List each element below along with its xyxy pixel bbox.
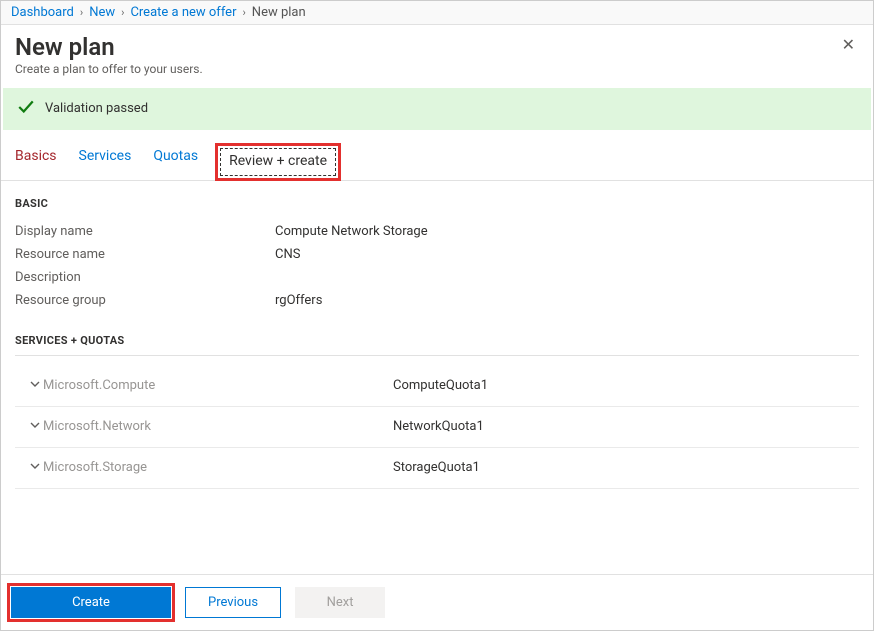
quota-name: NetworkQuota1 [393, 419, 484, 434]
previous-button[interactable]: Previous [185, 587, 281, 618]
quota-row: Microsoft.Compute ComputeQuota1 [15, 366, 859, 407]
tab-services[interactable]: Services [79, 148, 132, 180]
section-heading-services-quotas: SERVICES + QUOTAS [15, 334, 859, 356]
next-button: Next [295, 587, 385, 618]
validation-banner: Validation passed [3, 88, 871, 130]
service-name: Microsoft.Network [43, 419, 393, 434]
services-quotas-list: Microsoft.Compute ComputeQuota1 Microsof… [15, 366, 859, 489]
expand-toggle[interactable] [15, 378, 43, 394]
service-name: Microsoft.Storage [43, 460, 393, 475]
create-button[interactable]: Create [11, 587, 171, 618]
footer: Create Previous Next [1, 574, 873, 630]
validation-message: Validation passed [45, 101, 148, 116]
tabs: Basics Services Quotas Review + create [1, 130, 873, 181]
chevron-down-icon [29, 420, 41, 435]
breadcrumb-current: New plan [252, 5, 306, 20]
close-button[interactable]: ✕ [838, 33, 859, 57]
chevron-right-icon: › [121, 6, 124, 19]
quota-row: Microsoft.Storage StorageQuota1 [15, 448, 859, 489]
label-display-name: Display name [15, 224, 275, 239]
label-resource-name: Resource name [15, 247, 275, 262]
section-heading-basic: BASIC [15, 197, 859, 210]
page-subtitle: Create a plan to offer to your users. [15, 62, 203, 76]
label-resource-group: Resource group [15, 293, 275, 308]
tab-quotas[interactable]: Quotas [153, 148, 198, 180]
tab-review-create[interactable]: Review + create [220, 148, 336, 176]
value-resource-name: CNS [275, 247, 300, 262]
chevron-down-icon [29, 461, 41, 476]
service-name: Microsoft.Compute [43, 378, 393, 393]
check-icon [17, 98, 35, 120]
chevron-right-icon: › [80, 6, 83, 19]
value-display-name: Compute Network Storage [275, 224, 428, 239]
value-resource-group: rgOffers [275, 293, 322, 308]
breadcrumb-link-create-offer[interactable]: Create a new offer [130, 5, 236, 20]
label-description: Description [15, 270, 275, 285]
page-title: New plan [15, 33, 203, 62]
quota-name: ComputeQuota1 [393, 378, 488, 393]
expand-toggle[interactable] [15, 419, 43, 435]
review-content: BASIC Display name Compute Network Stora… [1, 181, 873, 574]
expand-toggle[interactable] [15, 460, 43, 476]
quota-row: Microsoft.Network NetworkQuota1 [15, 407, 859, 448]
breadcrumb-link-new[interactable]: New [89, 5, 115, 20]
breadcrumb-link-dashboard[interactable]: Dashboard [11, 5, 74, 20]
close-icon: ✕ [842, 35, 855, 54]
chevron-right-icon: › [242, 6, 245, 19]
quota-name: StorageQuota1 [393, 460, 480, 475]
tab-basics[interactable]: Basics [15, 148, 57, 180]
breadcrumb: Dashboard › New › Create a new offer › N… [1, 1, 873, 25]
chevron-down-icon [29, 379, 41, 394]
